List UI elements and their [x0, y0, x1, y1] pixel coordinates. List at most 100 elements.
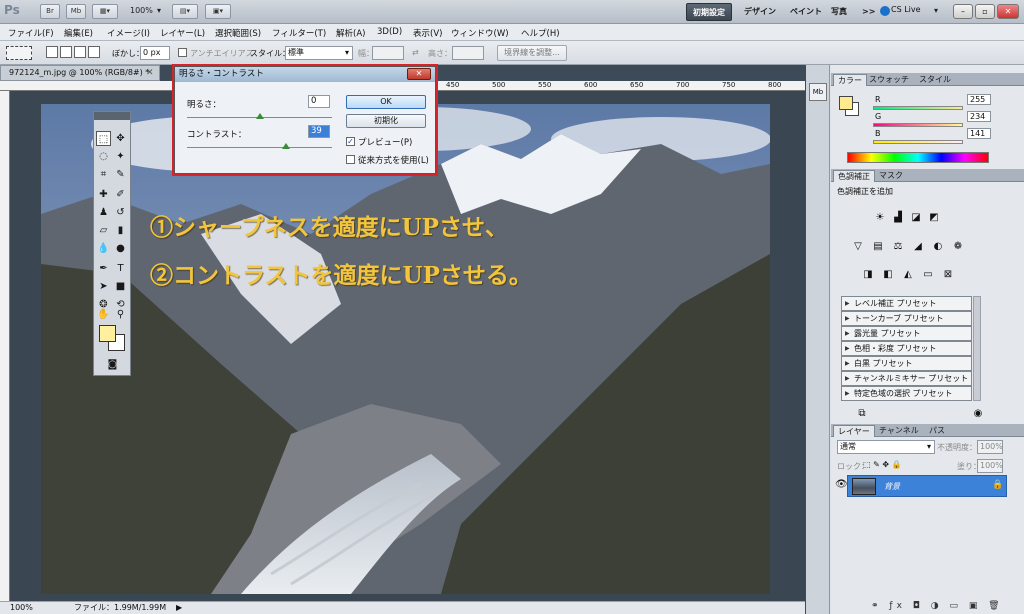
- tab-styles[interactable]: スタイル: [915, 74, 955, 86]
- view-extras-icon[interactable]: ▦▾: [92, 4, 118, 19]
- opacity-input[interactable]: 100%: [977, 440, 1003, 454]
- menu-help[interactable]: ヘルプ(H): [521, 27, 560, 39]
- intersect-selection-icon[interactable]: [88, 46, 100, 58]
- layer-footer-icons[interactable]: ⚭ ƒx ◘ ◑ ▭ ▣ 🗑: [871, 601, 1004, 611]
- feather-input[interactable]: 0 px: [140, 46, 170, 60]
- green-slider[interactable]: [873, 123, 963, 127]
- width-input[interactable]: [372, 46, 404, 60]
- more-workspaces-icon[interactable]: >>: [856, 3, 881, 21]
- presets-scrollbar[interactable]: [973, 296, 981, 401]
- blue-value[interactable]: 141: [967, 128, 991, 139]
- arrange-documents-icon[interactable]: ▤▾: [172, 4, 198, 19]
- red-slider[interactable]: [873, 106, 963, 110]
- tab-swatches[interactable]: スウォッチ: [865, 74, 913, 86]
- black-white-adjust-icon[interactable]: ◢: [911, 240, 925, 254]
- crop-tool-icon[interactable]: ⌗: [96, 167, 111, 182]
- minimize-icon[interactable]: –: [953, 4, 973, 19]
- height-input[interactable]: [452, 46, 484, 60]
- menu-image[interactable]: イメージ(I): [107, 27, 150, 39]
- eraser-tool-icon[interactable]: ▱: [96, 223, 111, 238]
- preset-channel-mixer[interactable]: チャンネルミキサー プリセット: [841, 371, 972, 386]
- preset-black-white[interactable]: 白黒 プリセット: [841, 356, 972, 371]
- gradient-tool-icon[interactable]: ▮: [113, 223, 128, 238]
- tab-layers[interactable]: レイヤー: [833, 425, 875, 437]
- zoom-tool-icon[interactable]: ⚲: [113, 307, 128, 322]
- magic-wand-tool-icon[interactable]: ✦: [113, 149, 128, 164]
- posterize-adjust-icon[interactable]: ◧: [881, 268, 895, 282]
- tab-adjustments[interactable]: 色調補正: [833, 170, 875, 182]
- dodge-tool-icon[interactable]: ●: [113, 241, 128, 256]
- color-spectrum-bar[interactable]: [847, 152, 989, 163]
- workspace-design[interactable]: デザイン: [738, 3, 782, 21]
- brightness-adjust-icon[interactable]: ☀: [873, 211, 887, 225]
- rectangle-tool-icon[interactable]: ■: [113, 279, 128, 294]
- menu-select[interactable]: 選択範囲(S): [215, 27, 261, 39]
- legacy-checkbox[interactable]: [346, 155, 355, 164]
- brush-tool-icon[interactable]: ✐: [113, 187, 128, 202]
- exposure-adjust-icon[interactable]: ◩: [927, 211, 941, 225]
- tab-color[interactable]: カラー: [833, 74, 867, 86]
- menu-analysis[interactable]: 解析(A): [336, 27, 365, 39]
- cs-live-icon[interactable]: [880, 6, 890, 16]
- menu-3d[interactable]: 3D(D): [377, 27, 402, 37]
- quick-mask-icon[interactable]: ◙: [105, 357, 120, 372]
- zoom-level[interactable]: 100%: [130, 6, 153, 15]
- workspace-essentials[interactable]: 初期設定: [686, 3, 732, 21]
- selective-color-adjust-icon[interactable]: ⊠: [941, 268, 955, 282]
- preset-curves[interactable]: トーンカーブ プリセット: [841, 311, 972, 326]
- blend-mode-select[interactable]: 通常 ▾: [837, 440, 935, 454]
- status-zoom[interactable]: 100%: [10, 602, 33, 614]
- lasso-tool-icon[interactable]: ◌: [96, 149, 111, 164]
- clone-stamp-tool-icon[interactable]: ♟: [96, 205, 111, 220]
- preset-levels[interactable]: レベル補正 プリセット: [841, 296, 972, 311]
- contrast-slider[interactable]: [187, 147, 332, 148]
- invert-adjust-icon[interactable]: ◨: [861, 268, 875, 282]
- pen-tool-icon[interactable]: ✒: [96, 261, 111, 276]
- color-fg-swatch[interactable]: [839, 96, 853, 110]
- brightness-slider-thumb[interactable]: [255, 113, 264, 119]
- mini-bridge-panel-icon[interactable]: Mb: [809, 83, 827, 101]
- reset-button[interactable]: 初期化: [346, 114, 426, 128]
- preview-checkbox[interactable]: ✓: [346, 137, 355, 146]
- fill-input[interactable]: 100%: [977, 459, 1003, 473]
- zoom-dropdown-icon[interactable]: ▾: [157, 6, 161, 15]
- document-tab[interactable]: 972124_m.jpg @ 100% (RGB/8#) *: [0, 65, 160, 81]
- curves-adjust-icon[interactable]: ◪: [909, 211, 923, 225]
- add-to-selection-icon[interactable]: [60, 46, 72, 58]
- eyedropper-tool-icon[interactable]: ✎: [113, 167, 128, 182]
- tools-panel-header[interactable]: [94, 112, 130, 120]
- cs-live-button[interactable]: CS Live: [891, 5, 921, 14]
- hue-saturation-adjust-icon[interactable]: ▤: [871, 240, 885, 254]
- preset-exposure[interactable]: 露光量 プリセット: [841, 326, 972, 341]
- maximize-icon[interactable]: ▫: [975, 4, 995, 19]
- vibrance-adjust-icon[interactable]: ▽: [851, 240, 865, 254]
- bridge-icon[interactable]: Br: [40, 4, 60, 19]
- color-balance-adjust-icon[interactable]: ⚖: [891, 240, 905, 254]
- mountain-glacier-photo[interactable]: [41, 104, 770, 594]
- tab-paths[interactable]: パス: [925, 425, 949, 437]
- threshold-adjust-icon[interactable]: ◭: [901, 268, 915, 282]
- close-tab-icon[interactable]: ✕: [146, 68, 154, 78]
- photo-filter-adjust-icon[interactable]: ◐: [931, 240, 945, 254]
- menu-edit[interactable]: 編集(E): [64, 27, 93, 39]
- red-value[interactable]: 255: [967, 94, 991, 105]
- green-value[interactable]: 234: [967, 111, 991, 122]
- history-brush-tool-icon[interactable]: ↺: [113, 205, 128, 220]
- menu-window[interactable]: ウィンドウ(W): [451, 27, 509, 39]
- tab-channels[interactable]: チャンネル: [875, 425, 923, 437]
- antialias-checkbox[interactable]: [178, 48, 187, 57]
- dialog-title[interactable]: 明るさ・コントラスト: [175, 67, 435, 82]
- dialog-close-icon[interactable]: ✕: [407, 68, 431, 80]
- layer-background[interactable]: 背景 🔒: [847, 475, 1007, 497]
- swap-icon[interactable]: ⇄: [412, 48, 419, 57]
- mini-bridge-icon[interactable]: Mb: [66, 4, 86, 19]
- tab-masks[interactable]: マスク: [875, 170, 907, 182]
- brightness-input[interactable]: 0: [308, 95, 330, 108]
- contrast-input[interactable]: 39: [308, 125, 330, 138]
- foreground-color-swatch[interactable]: [99, 325, 116, 342]
- eye-icon[interactable]: 👁: [835, 479, 848, 490]
- refine-edge-button[interactable]: 境界線を調整...: [497, 45, 567, 61]
- preset-hue-saturation[interactable]: 色相・彩度 プリセット: [841, 341, 972, 356]
- blue-slider[interactable]: [873, 140, 963, 144]
- marquee-tool-preset-icon[interactable]: [6, 46, 32, 60]
